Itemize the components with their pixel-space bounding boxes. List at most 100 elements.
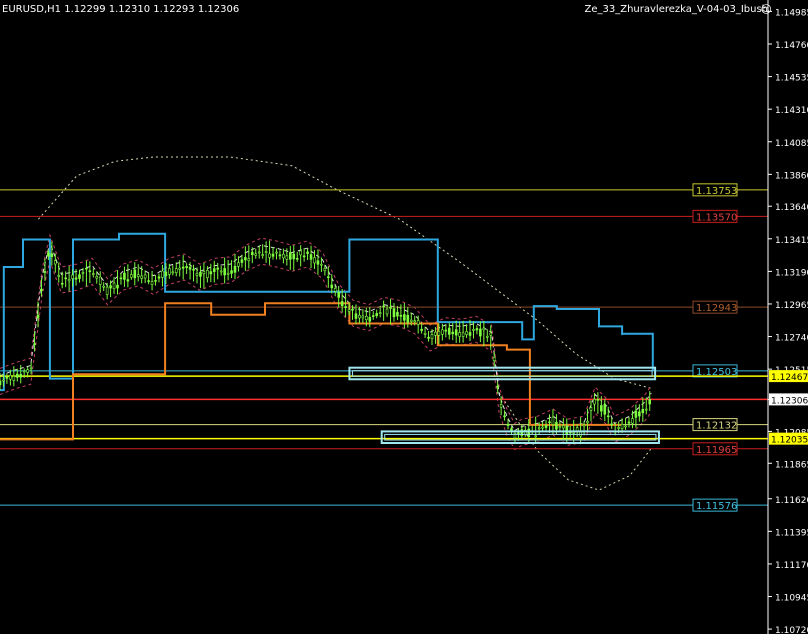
candle-body [2, 379, 5, 382]
candle-body [43, 271, 47, 273]
candle-body [223, 268, 226, 276]
candle-body [475, 328, 479, 331]
axis-tick-label: 1.13640 [775, 203, 808, 213]
ohlc-open: 1.12299 [64, 4, 106, 15]
level-label: 1.11965 [696, 445, 737, 456]
candle-body [451, 331, 455, 335]
candle-body [444, 329, 448, 332]
step-channel-lines [0, 232, 654, 441]
candle-body [482, 327, 486, 331]
candle-body [430, 334, 434, 339]
candle-body [644, 408, 648, 411]
axis-tick-label: 1.11170 [775, 561, 808, 571]
candle-body [254, 253, 258, 256]
price-candles [0, 240, 652, 444]
axis-tick-label: 1.11620 [775, 496, 808, 506]
candle-body [499, 404, 503, 408]
candle-body [479, 328, 482, 337]
candle-body [29, 367, 33, 370]
candle-body [358, 314, 361, 319]
candle-body [368, 316, 372, 322]
level-label: 1.12132 [696, 421, 737, 432]
candle-body [485, 336, 489, 338]
price-axis: 1.14985 1.14760 1.14535 1.14310 1.14085 1.138… [767, 0, 808, 634]
candle-body [295, 257, 299, 260]
axis-tick-label: 1.12965 [775, 301, 808, 311]
candle-body [40, 288, 43, 291]
envelope-inner-upper [0, 233, 652, 425]
candle-body [278, 254, 282, 257]
candle-body [589, 407, 593, 411]
axis-tick-label: 1.14985 [775, 8, 808, 18]
candle-body [396, 311, 399, 317]
candle-body [74, 277, 78, 280]
smiley-icon: ☺ [760, 3, 772, 16]
candle-body [244, 257, 247, 261]
candle-body [641, 409, 645, 414]
price-zones [348, 366, 660, 444]
candle-body [330, 284, 334, 289]
candle-body [212, 268, 216, 272]
candle-body [365, 315, 368, 321]
candle-body [572, 432, 575, 434]
candle-body [47, 252, 50, 257]
candle-body [378, 312, 382, 314]
candle-body [174, 268, 178, 273]
candle-body [209, 271, 213, 275]
candle-body [447, 327, 451, 335]
candle-body [420, 328, 423, 331]
candle-body [631, 418, 634, 424]
candle-body [548, 421, 551, 424]
candle-body [638, 411, 641, 417]
candle-body [264, 251, 268, 253]
candle-body [361, 315, 365, 319]
candle-body [503, 415, 506, 418]
candle-body [181, 266, 185, 269]
candle-body [555, 421, 558, 430]
candle-body [527, 428, 531, 438]
candle-body [565, 425, 569, 435]
candle-body [382, 305, 385, 308]
level-label: 1.12943 [696, 303, 737, 314]
ohlc-low: 1.12293 [153, 4, 195, 15]
candle-body [392, 308, 396, 318]
candle-body [606, 415, 610, 418]
candle-body [327, 276, 330, 278]
candle-body [192, 268, 195, 271]
candle-body [413, 320, 417, 323]
envelope-upper [38, 156, 653, 390]
candle-body [140, 275, 143, 279]
candle-body [202, 271, 206, 275]
candle-body [434, 331, 437, 336]
candle-body [344, 306, 347, 309]
envelope-lower [498, 392, 654, 491]
candle-body [454, 329, 458, 336]
candle-body [161, 270, 164, 278]
candle-body [465, 331, 468, 335]
axis-tick-label: 1.13415 [775, 236, 808, 246]
candle-body [50, 253, 54, 257]
candle-body [389, 306, 392, 309]
candle-body [26, 369, 29, 373]
candle-body [233, 265, 237, 273]
candle-body [195, 273, 199, 276]
price-chart[interactable]: 1.137531.135701.129431.125031.121321.119… [0, 0, 808, 634]
candle-body [551, 416, 555, 425]
level-label: 1.13753 [696, 186, 737, 197]
candle-body [371, 315, 375, 317]
candle-body [230, 270, 233, 274]
candle-body [610, 423, 614, 426]
candle-body [15, 373, 19, 378]
candle-body [71, 274, 74, 279]
axis-tick-label: 1.14310 [775, 106, 808, 116]
candle-body [112, 282, 116, 289]
axis-price-badge-label: 1.12467 [771, 373, 808, 383]
candle-body [119, 277, 123, 280]
candle-body [19, 373, 23, 378]
candle-body [427, 336, 430, 339]
candle-body [496, 385, 499, 388]
candle-body [489, 332, 493, 336]
candle-body [150, 281, 154, 285]
axis-price-badge-label: 1.12035 [771, 436, 808, 446]
candle-body [423, 333, 427, 335]
